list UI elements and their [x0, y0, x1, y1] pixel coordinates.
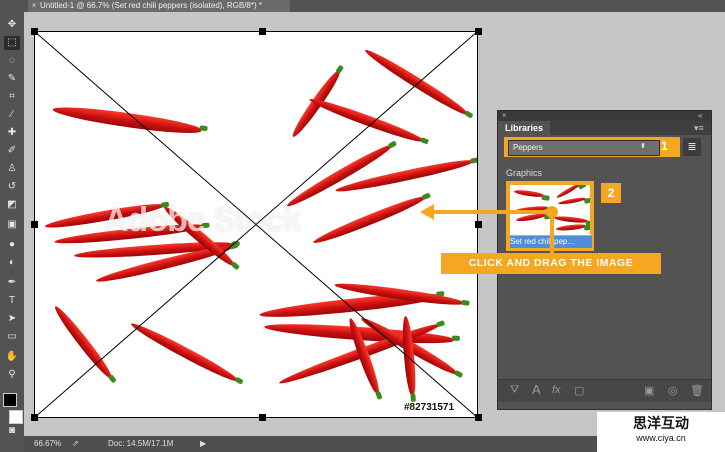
instruction-callout: CLICK AND DRAG THE IMAGE	[441, 253, 661, 274]
status-menu-arrow-icon[interactable]: ▶	[200, 436, 206, 452]
close-tab-icon[interactable]: ×	[28, 0, 40, 12]
lasso-icon[interactable]: ◌	[4, 54, 20, 68]
brand-name: 思洋互动	[633, 415, 689, 431]
transform-handle[interactable]	[31, 28, 38, 35]
dodge-icon[interactable]: ◐	[4, 256, 20, 270]
step-badge-1: 1	[661, 139, 668, 153]
adobe-stock-icon[interactable]: ▣	[644, 384, 654, 397]
healing-icon[interactable]: ✚	[4, 126, 20, 140]
add-graphic-icon[interactable]: ▢	[574, 384, 584, 397]
panel-footer: ⛛ A fx ▢ ▣ ◎ 🗑	[498, 379, 711, 402]
collapse-panel-icon[interactable]: «	[698, 111, 702, 121]
panel-menu-icon[interactable]: ▾≡	[694, 123, 704, 134]
trash-icon[interactable]: 🗑	[690, 384, 704, 397]
tools-panel: ✥ ⬚ ◌ ✎ ⌗ ⁄ ✚ ✐ ♙ ↺ ◩ ▣ ● ◐ ✒ T ➤ ▭ ✋ ⚲ …	[0, 12, 25, 452]
transform-handle[interactable]	[31, 414, 38, 421]
transform-handle[interactable]	[475, 414, 482, 421]
drag-arrow	[420, 204, 558, 253]
list-view-icon[interactable]: ≣	[683, 138, 701, 156]
quick-select-icon[interactable]: ✎	[4, 72, 20, 86]
zoom-icon[interactable]: ⚲	[4, 368, 20, 382]
tab-libraries[interactable]: Libraries	[498, 121, 550, 135]
select-arrows-icon: ⬍	[640, 143, 646, 150]
document-tab[interactable]: × Untitled-1 @ 66.7% (Set red chili peppe…	[28, 0, 290, 12]
library-select[interactable]: Peppers	[508, 140, 660, 156]
marquee-icon[interactable]: ⬚	[4, 36, 20, 50]
eyedropper-icon[interactable]: ⁄	[4, 108, 20, 122]
foreground-color-swatch[interactable]	[3, 393, 17, 407]
zoom-level[interactable]: 66.67%	[34, 436, 61, 452]
pen-icon[interactable]: ✒	[4, 276, 20, 290]
history-brush-icon[interactable]: ↺	[4, 180, 20, 194]
type-icon[interactable]: T	[4, 294, 20, 308]
stock-id-label: #82731571	[404, 402, 455, 413]
graphics-section-label: Graphics	[506, 168, 543, 178]
transform-handle[interactable]	[31, 221, 38, 228]
background-color-swatch[interactable]	[9, 410, 23, 424]
path-select-icon[interactable]: ➤	[4, 312, 20, 326]
add-layer-style-icon[interactable]: fx	[552, 384, 561, 396]
transform-handle[interactable]	[475, 28, 482, 35]
sync-icon[interactable]: ◎	[668, 384, 678, 397]
close-panel-icon[interactable]: ×	[502, 111, 507, 121]
add-color-icon[interactable]: ⛛	[510, 384, 519, 397]
brand-watermark: 思洋互动 www.ciya.cn	[597, 412, 725, 452]
doc-size: Doc: 14.5M/17.1M	[108, 439, 174, 448]
transform-handle[interactable]	[259, 28, 266, 35]
shape-icon[interactable]: ▭	[4, 330, 20, 344]
gradient-icon[interactable]: ▣	[4, 218, 20, 232]
hand-icon[interactable]: ✋	[4, 350, 20, 364]
document-canvas[interactable]: Adobe Stock #82731571	[34, 31, 478, 418]
move-icon[interactable]: ✥	[4, 18, 20, 32]
brand-url: www.ciya.cn	[636, 433, 686, 443]
eraser-icon[interactable]: ◩	[4, 198, 20, 212]
add-character-style-icon[interactable]: A	[532, 382, 541, 397]
panel-header: × «	[498, 111, 711, 121]
blur-icon[interactable]: ●	[4, 238, 20, 252]
export-icon[interactable]: ⇗	[72, 436, 79, 452]
transform-handle[interactable]	[259, 414, 266, 421]
step-badge-2: 2	[601, 183, 621, 203]
crop-icon[interactable]: ⌗	[4, 90, 20, 104]
quick-mask-icon[interactable]: ◙	[4, 424, 20, 438]
brush-icon[interactable]: ✐	[4, 144, 20, 158]
transform-bounding-box	[34, 31, 478, 418]
stamp-icon[interactable]: ♙	[4, 162, 20, 176]
document-title: Untitled-1 @ 66.7% (Set red chili pepper…	[40, 1, 262, 10]
